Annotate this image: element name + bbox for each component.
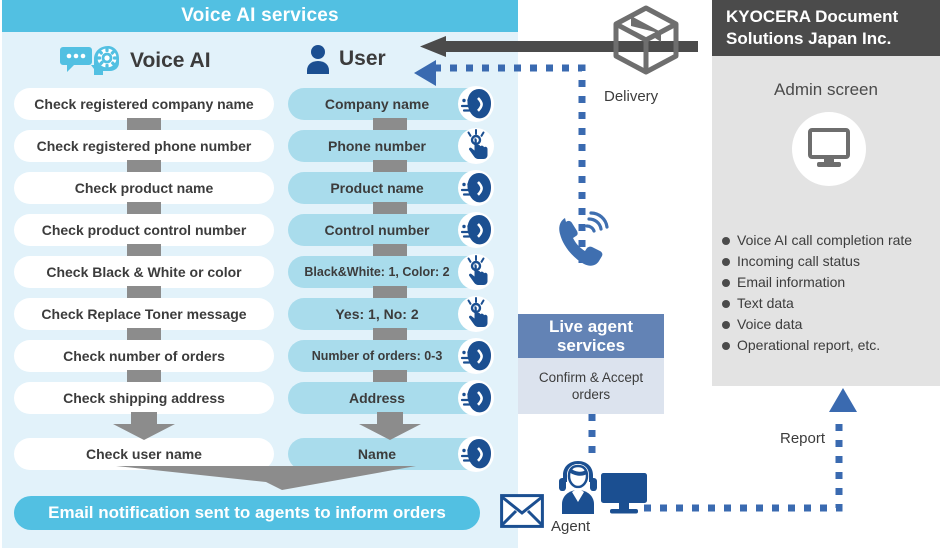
list-item-label: Text data [737, 295, 794, 311]
agent-label: Agent [551, 518, 591, 535]
envelope-icon [500, 494, 544, 528]
user-step-label: Black&White: 1, Color: 2 [304, 265, 450, 279]
user-step-label: Company name [324, 96, 430, 112]
speaking-head-icon [457, 337, 495, 375]
connector [127, 370, 161, 382]
connector [127, 202, 161, 214]
connector [373, 118, 407, 130]
person-icon [305, 44, 331, 74]
user-step-row: Number of orders: 0-3 [288, 337, 495, 375]
live-agent-to-agent-dotted-path [588, 414, 596, 458]
headset-agent-icon [552, 456, 604, 514]
connector [373, 244, 407, 256]
speaking-head-icon [457, 435, 495, 473]
down-arrow-icon [113, 412, 175, 440]
list-item-label: Email information [737, 274, 846, 290]
report-label: Report [780, 430, 826, 447]
email-notification-bar: Email notification sent to agents to inf… [14, 496, 480, 530]
bullet-icon [722, 299, 730, 308]
user-step-label: Control number [324, 222, 430, 238]
connector [127, 160, 161, 172]
ai-step-row: Check Replace Toner message [14, 298, 274, 330]
bullet-icon [722, 278, 730, 287]
list-item-label: Incoming call status [737, 253, 860, 269]
connector [127, 328, 161, 340]
kyocera-company-name: KYOCERA Document Solutions Japan Inc. [712, 0, 940, 56]
user-step-label: Address [348, 390, 406, 406]
monitor-icon [808, 128, 850, 170]
list-item-label: Voice AI call completion rate [737, 232, 913, 248]
down-arrow-icon [359, 412, 421, 440]
ai-step-row: Check registered phone number [14, 130, 274, 162]
user-step-label: Yes: 1, No: 2 [335, 306, 419, 322]
ai-step-row: Check product name [14, 172, 274, 204]
ai-step-row: Check shipping address [14, 382, 274, 414]
bullet-icon [722, 236, 730, 245]
ai-step-row: Check number of orders [14, 340, 274, 372]
user-to-live-agent-dotted-path [434, 64, 586, 266]
list-item: Text data [722, 293, 936, 314]
ai-step-row: Check product control number [14, 214, 274, 246]
bullet-icon [722, 341, 730, 350]
user-column-header: User [305, 44, 386, 74]
user-column-label: User [339, 47, 386, 70]
connector [127, 118, 161, 130]
connector [373, 370, 407, 382]
voice-ai-column-header: Voice AI [60, 44, 211, 78]
list-item: Operational report, etc. [722, 335, 936, 356]
connector [373, 160, 407, 172]
list-item: Incoming call status [722, 251, 936, 272]
admin-screen-title: Admin screen [774, 80, 878, 99]
report-dotted-path [644, 388, 857, 512]
connector [373, 328, 407, 340]
wide-down-arrow-icon [116, 466, 416, 492]
voice-ai-services-title: Voice AI services [2, 0, 518, 32]
user-step-label: Phone number [327, 138, 426, 154]
list-item: Voice AI call completion rate [722, 230, 936, 251]
connector [127, 244, 161, 256]
kyocera-feature-list: Voice AI call completion rate Incoming c… [722, 230, 936, 356]
list-item: Email information [722, 272, 936, 293]
voice-ai-column-label: Voice AI [130, 49, 211, 72]
connector [127, 286, 161, 298]
user-step-label: Number of orders: 0-3 [311, 349, 443, 363]
connector [373, 286, 407, 298]
bullet-icon [722, 257, 730, 266]
connector [373, 202, 407, 214]
bullet-icon [722, 320, 730, 329]
ringing-phone-icon [556, 211, 609, 274]
list-item: Voice data [722, 314, 936, 335]
list-item-label: Voice data [737, 316, 803, 332]
user-step-label: Name [357, 446, 397, 462]
speech-bubble-head-gear-icon [60, 44, 122, 78]
speaking-head-icon [457, 379, 495, 417]
live-agent-services-title: Live agent services [518, 314, 664, 358]
list-item-label: Operational report, etc. [737, 337, 881, 353]
ai-step-row: Check registered company name [14, 88, 274, 120]
user-step-label: Product name [330, 180, 424, 196]
ai-step-row: Check Black & White or color [14, 256, 274, 288]
user-step-row: Address [288, 379, 495, 417]
